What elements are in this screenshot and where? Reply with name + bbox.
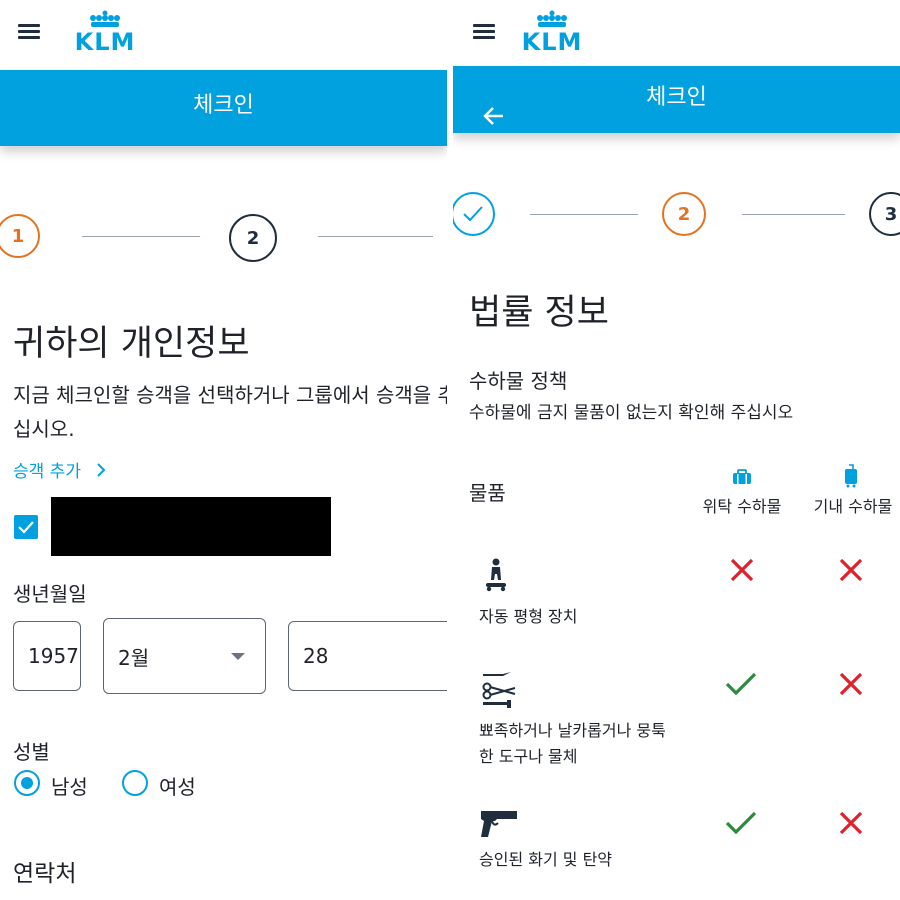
page-title: 법률 정보: [469, 293, 609, 333]
trolley-bag-icon: [844, 464, 858, 492]
contact-heading: 연락처: [13, 861, 77, 887]
step-connector: [742, 214, 845, 215]
item-name: 자동 평형 장치: [479, 607, 578, 626]
passenger-name-redacted: [51, 497, 331, 556]
titlebar: 체크인: [0, 70, 447, 146]
step-1: 1: [0, 214, 40, 258]
dob-label: 생년월일: [13, 582, 87, 606]
page-title: 귀하의 개인정보: [13, 324, 250, 364]
back-arrow-icon[interactable]: [483, 88, 505, 125]
right-screen: KLM 체크인 2 3 법률 정보 수하물 정책 수하물에 금지 물품이 없는지…: [453, 0, 900, 900]
dob-day-input[interactable]: 28: [288, 621, 447, 691]
step-connector: [318, 236, 433, 237]
check-icon: [463, 206, 483, 222]
gun-icon: [480, 809, 518, 843]
hoverboard-icon: [485, 558, 507, 596]
step-2: 2: [662, 192, 706, 236]
item-name: 승인된 화기 및 탄약: [479, 850, 613, 869]
instruction-text: 지금 체크인할 승객을 선택하거나 그룹에서 승객을 추 십시오.: [13, 383, 447, 441]
item-name: 뾰족하거나 날카롭거나 뭉툭 한 도구나 물체: [479, 721, 666, 766]
klm-wordmark: KLM: [74, 28, 136, 56]
gender-option-female[interactable]: 여성: [159, 771, 196, 800]
step-connector: [82, 236, 200, 237]
tools-icon: [481, 670, 517, 714]
policy-title: 수하물 정책: [469, 369, 568, 393]
gender-option-male[interactable]: 남성: [51, 771, 88, 800]
chevron-right-icon: [96, 462, 106, 482]
allowed-check-icon: [725, 811, 757, 839]
gender-radio-male[interactable]: [14, 770, 40, 796]
chevron-down-icon: [231, 653, 245, 660]
gender-label: 성별: [13, 740, 50, 764]
dob-month-value: 2월: [118, 645, 150, 670]
step-connector: [530, 214, 638, 215]
allowed-check-icon: [725, 672, 757, 700]
klm-logo[interactable]: KLM: [67, 10, 143, 54]
checked-baggage-label: 위탁 수하물: [702, 497, 782, 516]
hamburger-menu-icon[interactable]: [473, 24, 497, 42]
step-3: 3: [869, 192, 900, 236]
left-screen: KLM 체크인 1 2 귀하의 개인정보 지금 체크인할 승객을 선택하거나 그…: [0, 0, 447, 900]
dob-month-select[interactable]: 2월: [103, 618, 266, 694]
passenger-checkbox[interactable]: [14, 515, 38, 539]
klm-wordmark: KLM: [521, 28, 583, 56]
add-passenger-link[interactable]: 승객 추가: [13, 457, 106, 482]
titlebar: 체크인: [453, 66, 900, 133]
policy-text: 수하물에 금지 물품이 없는지 확인해 주십시오: [469, 403, 794, 423]
forbidden-x-icon: [730, 558, 754, 586]
item-column-header: 물품: [469, 481, 506, 505]
forbidden-x-icon: [839, 811, 863, 839]
check-icon: [18, 521, 34, 534]
dob-year-input[interactable]: 1957: [13, 621, 81, 691]
step-2: 2: [229, 214, 277, 262]
gender-radio-female[interactable]: [122, 770, 148, 796]
titlebar-title: 체크인: [193, 93, 254, 118]
step-1-complete: [453, 192, 495, 236]
klm-logo[interactable]: KLM: [514, 10, 590, 54]
suitcase-icon: [732, 469, 752, 489]
forbidden-x-icon: [839, 558, 863, 586]
titlebar-title: 체크인: [646, 85, 707, 110]
forbidden-x-icon: [839, 672, 863, 700]
cabin-baggage-label: 기내 수하물: [813, 497, 893, 516]
hamburger-menu-icon[interactable]: [18, 24, 42, 42]
